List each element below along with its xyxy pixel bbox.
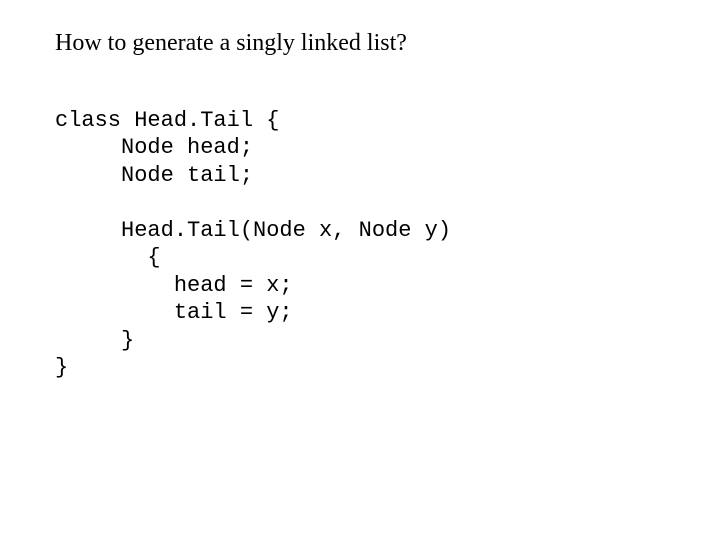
code-line: Node tail; — [55, 163, 253, 188]
slide-heading: How to generate a singly linked list? — [55, 30, 665, 57]
code-line: } — [55, 328, 134, 353]
code-line: } — [55, 355, 68, 380]
code-line: class Head.Tail { — [55, 108, 279, 133]
code-line: tail = y; — [55, 300, 293, 325]
slide: How to generate a singly linked list? cl… — [0, 0, 720, 412]
code-line: { — [55, 245, 161, 270]
code-line: Head.Tail(Node x, Node y) — [55, 218, 451, 243]
code-line: head = x; — [55, 273, 293, 298]
code-line: Node head; — [55, 135, 253, 160]
code-block: class Head.Tail { Node head; Node tail; … — [55, 79, 665, 382]
